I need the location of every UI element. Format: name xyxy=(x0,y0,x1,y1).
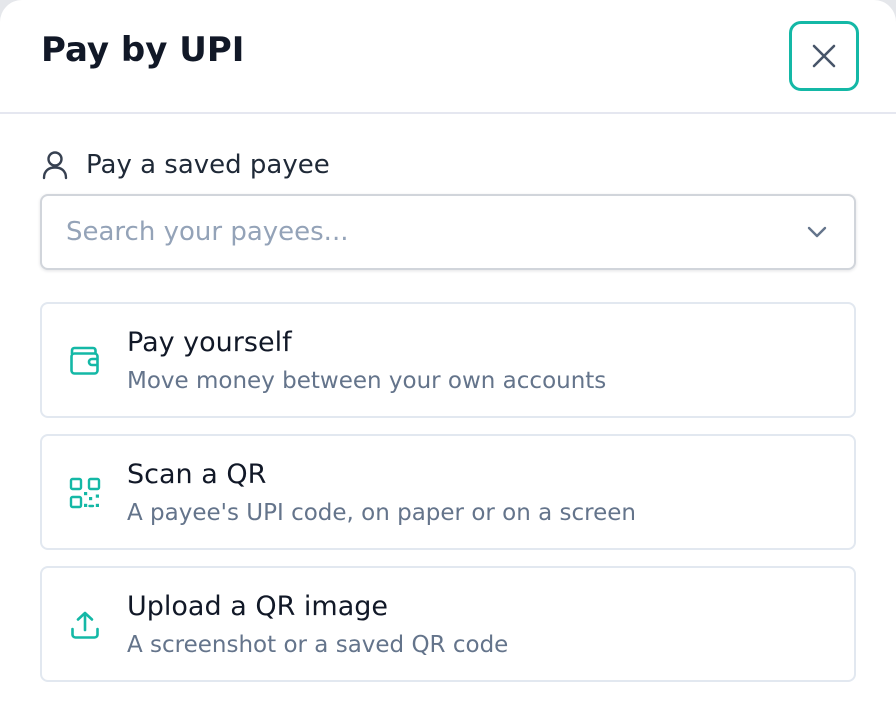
payee-search-select[interactable] xyxy=(40,194,856,270)
option-title: Scan a QR xyxy=(127,459,267,490)
option-upload-qr-image[interactable]: Upload a QR image A screenshot or a save… xyxy=(40,566,856,682)
saved-payee-label-text: Pay a saved payee xyxy=(86,150,330,180)
pay-by-upi-sheet: Pay by UPI Pay a saved payee Search your… xyxy=(0,0,896,714)
sheet-header: Pay by UPI xyxy=(0,0,896,114)
close-button[interactable] xyxy=(789,21,859,91)
qr-code-icon xyxy=(68,476,102,510)
option-pay-yourself[interactable]: Pay yourself Move money between your own… xyxy=(40,302,856,418)
option-description: Move money between your own accounts xyxy=(127,368,607,394)
upload-icon xyxy=(68,608,102,642)
close-icon xyxy=(811,43,837,69)
payee-search-input[interactable] xyxy=(42,196,804,268)
sheet-title: Pay by UPI xyxy=(41,30,245,70)
wallet-icon xyxy=(68,344,102,378)
option-description: A payee's UPI code, on paper or on a scr… xyxy=(127,500,636,526)
option-title: Upload a QR image xyxy=(127,591,389,622)
option-description: A screenshot or a saved QR code xyxy=(127,632,509,658)
chevron-down-icon[interactable] xyxy=(804,219,830,245)
option-scan-qr[interactable]: Scan a QR A payee's UPI code, on paper o… xyxy=(40,434,856,550)
user-icon xyxy=(40,148,70,182)
saved-payee-label: Pay a saved payee xyxy=(40,148,330,182)
option-title: Pay yourself xyxy=(127,327,292,358)
